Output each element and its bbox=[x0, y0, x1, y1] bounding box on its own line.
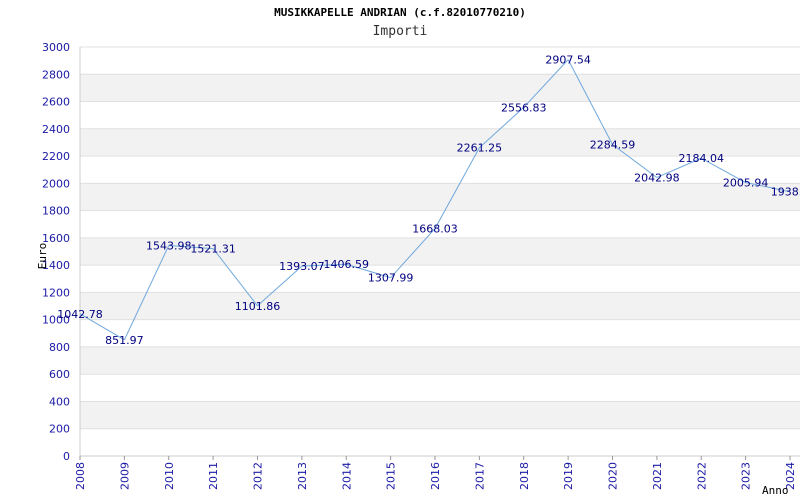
data-label: 2005.94 bbox=[723, 177, 769, 190]
y-tick-label: 600 bbox=[49, 368, 70, 381]
data-label: 1042.78 bbox=[57, 308, 103, 321]
y-tick-label: 800 bbox=[49, 341, 70, 354]
y-tick-label: 2800 bbox=[42, 68, 70, 81]
y-tick-label: 0 bbox=[63, 450, 70, 463]
x-tick-label: 2019 bbox=[562, 462, 575, 490]
line-chart: 0200400600800100012001400160018002000220… bbox=[36, 41, 800, 497]
grid-band bbox=[80, 183, 800, 211]
data-label: 1938.3 bbox=[771, 186, 800, 199]
y-tick-label: 400 bbox=[49, 395, 70, 408]
x-tick-label: 2022 bbox=[695, 462, 708, 490]
grid-band bbox=[80, 401, 800, 429]
data-label: 851.97 bbox=[105, 334, 144, 347]
x-tick-label: 2023 bbox=[740, 462, 753, 490]
y-tick-label: 2000 bbox=[42, 177, 70, 190]
y-tick-label: 3000 bbox=[42, 41, 70, 54]
x-tick-label: 2017 bbox=[473, 462, 486, 490]
y-tick-label: 2200 bbox=[42, 150, 70, 163]
y-tick-label: 1800 bbox=[42, 205, 70, 218]
x-tick-label: 2013 bbox=[296, 462, 309, 490]
data-label: 2284.59 bbox=[590, 139, 636, 152]
y-tick-label: 1200 bbox=[42, 286, 70, 299]
data-label: 2556.83 bbox=[501, 101, 547, 114]
x-tick-label: 2009 bbox=[118, 462, 131, 490]
data-label: 2907.54 bbox=[545, 54, 591, 67]
x-axis-label: Anno bbox=[762, 484, 789, 497]
data-label: 1406.59 bbox=[324, 258, 370, 271]
x-tick-label: 2014 bbox=[340, 462, 353, 490]
grid-band bbox=[80, 292, 800, 320]
x-tick-label: 2021 bbox=[651, 462, 664, 490]
y-tick-label: 2600 bbox=[42, 96, 70, 109]
y-axis-label: Euro bbox=[36, 243, 49, 270]
data-label: 1101.86 bbox=[235, 300, 281, 313]
x-tick-label: 2008 bbox=[74, 462, 87, 490]
data-label: 2261.25 bbox=[457, 142, 503, 155]
x-tick-label: 2016 bbox=[429, 462, 442, 490]
data-label: 1307.99 bbox=[368, 272, 414, 285]
x-tick-label: 2010 bbox=[163, 462, 176, 490]
data-label: 2184.04 bbox=[679, 152, 725, 165]
data-label: 1543.98 bbox=[146, 240, 192, 253]
y-tick-label: 200 bbox=[49, 423, 70, 436]
x-tick-label: 2011 bbox=[207, 462, 220, 490]
x-tick-label: 2012 bbox=[252, 462, 265, 490]
data-label: 1521.31 bbox=[190, 243, 236, 256]
grid-band bbox=[80, 346, 800, 375]
x-tick-label: 2020 bbox=[607, 462, 620, 490]
data-label: 1668.03 bbox=[412, 223, 458, 236]
y-tick-label: 2400 bbox=[42, 123, 70, 136]
x-tick-label: 2018 bbox=[518, 462, 531, 490]
x-tick-label: 2015 bbox=[385, 462, 398, 490]
data-label: 1393.07 bbox=[279, 260, 325, 273]
grid-band bbox=[80, 74, 800, 102]
data-label: 2042.98 bbox=[634, 171, 680, 184]
